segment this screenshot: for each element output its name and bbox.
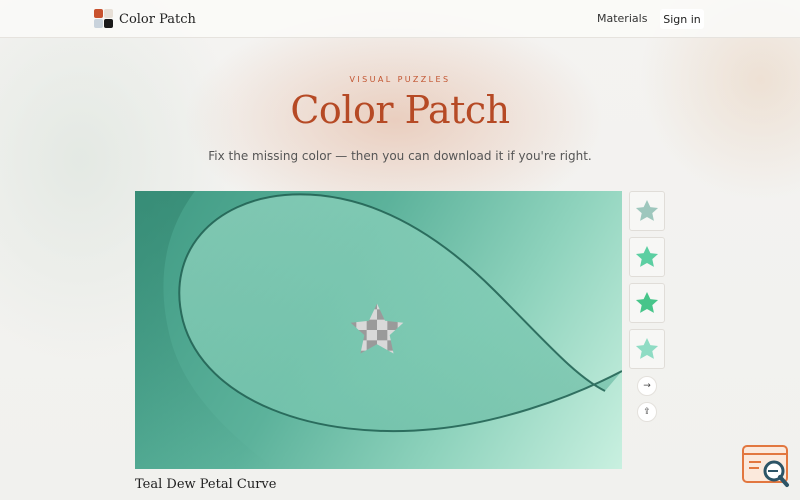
- color-options: [629, 191, 665, 375]
- color-option-4[interactable]: [629, 329, 665, 369]
- share-icon: ⇪: [643, 407, 651, 417]
- puzzle-image: [135, 191, 622, 469]
- logo-icon: [94, 9, 114, 29]
- color-option-2[interactable]: [629, 237, 665, 277]
- brand[interactable]: Color Patch: [94, 9, 196, 29]
- eyebrow-label: VISUAL PUZZLES: [349, 75, 451, 84]
- sign-in-button[interactable]: Sign in: [660, 9, 704, 29]
- star-icon: [635, 245, 659, 267]
- share-button[interactable]: ⇪: [637, 402, 657, 422]
- top-nav: Color Patch Materials Sign in: [0, 0, 800, 38]
- star-icon: [635, 199, 659, 221]
- color-option-1[interactable]: [629, 191, 665, 231]
- missing-patch-star-icon: [350, 303, 404, 354]
- nav-materials-link[interactable]: Materials: [597, 12, 647, 25]
- color-option-3[interactable]: [629, 283, 665, 323]
- star-icon: [635, 291, 659, 313]
- star-icon: [635, 337, 659, 359]
- brand-name: Color Patch: [119, 11, 196, 27]
- page-title: Color Patch: [290, 88, 510, 132]
- search-widget-icon[interactable]: [741, 444, 791, 490]
- page-subtitle: Fix the missing color — then you can dow…: [208, 149, 592, 163]
- puzzle-caption: Teal Dew Petal Curve: [135, 477, 277, 492]
- next-button[interactable]: →: [637, 376, 657, 396]
- arrow-right-icon: →: [643, 381, 651, 391]
